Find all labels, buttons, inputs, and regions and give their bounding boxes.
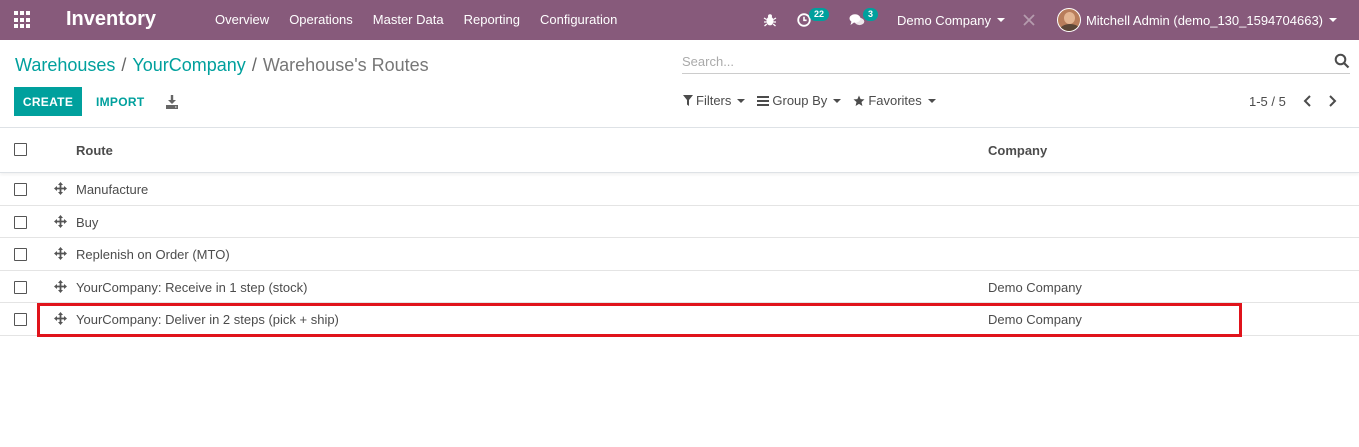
- pager-previous[interactable]: [1300, 93, 1314, 109]
- bug-icon: [763, 14, 777, 27]
- search-icon[interactable]: [1334, 53, 1350, 69]
- activity-count-badge: 22: [809, 8, 830, 21]
- debug-button[interactable]: [763, 0, 797, 40]
- user-name: Mitchell Admin (demo_130_1594704663): [1085, 12, 1323, 28]
- column-route[interactable]: Route: [76, 143, 113, 158]
- caret-down-icon: [1329, 18, 1337, 22]
- avatar: [1056, 8, 1081, 32]
- top-navbar: Inventory Overview Operations Master Dat…: [0, 0, 1359, 40]
- menu-master-data[interactable]: Master Data: [363, 0, 454, 40]
- close-shortcut[interactable]: [1023, 0, 1057, 40]
- filters-label: Filters: [696, 93, 732, 108]
- row-checkbox[interactable]: [14, 183, 27, 196]
- close-icon: [1023, 14, 1035, 26]
- menu-reporting[interactable]: Reporting: [454, 0, 530, 40]
- caret-down-icon: [737, 98, 746, 103]
- company-switcher[interactable]: Demo Company: [897, 0, 1023, 40]
- main-menu: Overview Operations Master Data Reportin…: [205, 0, 627, 40]
- menu-operations[interactable]: Operations: [279, 0, 363, 40]
- drag-handle-icon[interactable]: [54, 279, 67, 293]
- table-row[interactable]: YourCompany: Receive in 1 step (stock) D…: [0, 271, 1359, 303]
- group-by-label: Group By: [772, 93, 828, 108]
- route-name: Buy: [76, 214, 99, 230]
- breadcrumb-yourcompany[interactable]: YourCompany: [132, 55, 245, 75]
- table-row[interactable]: Buy: [0, 206, 1359, 238]
- star-icon: [853, 95, 865, 106]
- breadcrumb-warehouses[interactable]: Warehouses: [15, 55, 115, 75]
- drag-handle-icon[interactable]: [54, 182, 67, 195]
- route-name: YourCompany: Receive in 1 step (stock): [76, 279, 308, 295]
- caret-down-icon: [833, 98, 842, 103]
- favorites-label: Favorites: [868, 93, 922, 108]
- breadcrumb: Warehouses / YourCompany / Warehouse's Route…: [15, 53, 429, 77]
- search-input[interactable]: [682, 50, 1322, 72]
- app-title[interactable]: Inventory: [66, 6, 156, 32]
- page-title: Warehouse's Routes: [262, 55, 429, 75]
- table-row[interactable]: YourCompany: Deliver in 2 steps (pick + …: [0, 303, 1359, 336]
- list-icon: [757, 95, 770, 106]
- breadcrumb-separator: /: [251, 55, 257, 75]
- search-bar: [682, 50, 1350, 74]
- company-name: Demo Company: [988, 312, 1082, 327]
- row-checkbox[interactable]: [14, 313, 27, 326]
- user-menu[interactable]: Mitchell Admin (demo_130_1594704663): [1056, 0, 1359, 40]
- chevron-left-icon: [1303, 95, 1311, 107]
- table-row[interactable]: Manufacture: [0, 173, 1359, 206]
- pager-next[interactable]: [1326, 93, 1340, 109]
- select-all-checkbox[interactable]: [14, 143, 27, 156]
- route-name: YourCompany: Deliver in 2 steps (pick + …: [76, 312, 339, 327]
- create-button[interactable]: CREATE: [14, 87, 82, 116]
- caret-down-icon: [996, 18, 1005, 22]
- routes-list: Route Company Manufacture Buy Replenish …: [0, 128, 1359, 336]
- pager: 1-5 / 5: [1249, 93, 1352, 109]
- row-checkbox[interactable]: [14, 280, 27, 294]
- route-name: Replenish on Order (MTO): [76, 247, 230, 262]
- table-row[interactable]: Replenish on Order (MTO): [0, 238, 1359, 271]
- column-company[interactable]: Company: [988, 143, 1047, 158]
- route-name: Manufacture: [76, 182, 149, 197]
- row-checkbox[interactable]: [14, 248, 27, 261]
- message-count-badge: 3: [863, 8, 879, 21]
- chevron-right-icon: [1329, 95, 1337, 107]
- apps-grid-icon[interactable]: [14, 11, 32, 29]
- company-name: Demo Company: [988, 279, 1082, 295]
- favorites-dropdown[interactable]: Favorites: [853, 93, 936, 108]
- drag-handle-icon[interactable]: [54, 312, 67, 325]
- filters-dropdown[interactable]: Filters: [683, 93, 746, 108]
- menu-configuration[interactable]: Configuration: [530, 0, 627, 40]
- search-options: Filters Group By Favorites: [683, 93, 948, 108]
- drag-handle-icon[interactable]: [54, 247, 67, 260]
- list-header: Route Company: [0, 128, 1359, 173]
- company-name: Demo Company: [897, 12, 991, 28]
- filter-icon: [683, 95, 693, 106]
- systray: 22 3 Demo Company Mitchell Admin (demo_1…: [763, 0, 1359, 40]
- menu-overview[interactable]: Overview: [205, 0, 279, 40]
- download-icon[interactable]: [162, 92, 182, 112]
- row-checkbox[interactable]: [14, 215, 27, 229]
- caret-down-icon: [927, 98, 936, 103]
- drag-handle-icon[interactable]: [54, 214, 67, 228]
- group-by-dropdown[interactable]: Group By: [757, 93, 842, 108]
- breadcrumb-separator: /: [121, 55, 127, 75]
- messages-button[interactable]: 3: [849, 0, 897, 40]
- import-button[interactable]: IMPORT: [86, 87, 154, 116]
- pager-value[interactable]: 1-5 / 5: [1249, 94, 1286, 109]
- activity-button[interactable]: 22: [797, 0, 849, 40]
